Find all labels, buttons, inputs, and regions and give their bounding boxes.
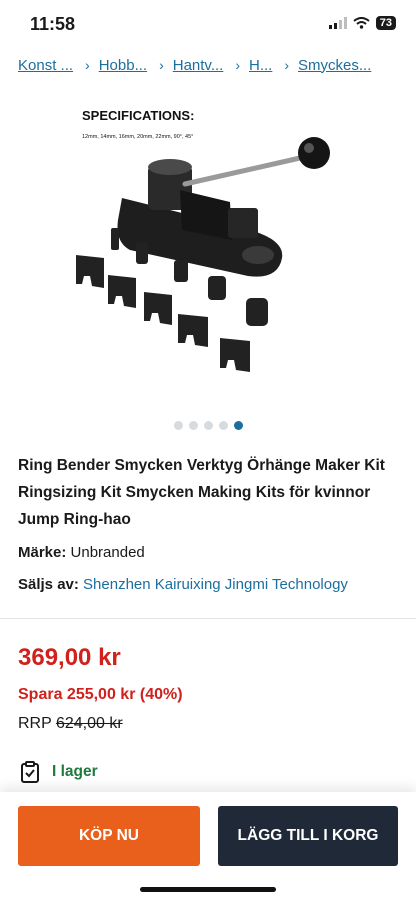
rrp-value: 624,00 kr — [55, 715, 123, 732]
product-title: Ring Bender Smycken Verktyg Örhänge Make… — [18, 457, 385, 528]
buy-now-button[interactable]: KÖP NU — [18, 806, 200, 866]
carousel-dot-active[interactable] — [233, 421, 243, 430]
carousel-dot[interactable] — [188, 421, 198, 430]
rrp-row: RRP 624,00 kr — [18, 715, 123, 733]
stock-status: I lager — [18, 760, 98, 784]
brand-label: Märke: — [18, 544, 67, 561]
chevron-right-icon: › — [235, 57, 240, 73]
breadcrumb-item[interactable]: H... — [249, 57, 272, 74]
stock-label: I lager — [52, 763, 98, 780]
breadcrumb-item[interactable]: Hobb... — [99, 57, 147, 74]
savings-text: Spara 255,00 kr (40%) — [18, 686, 183, 703]
carousel-dots — [0, 421, 416, 430]
rrp-label: RRP — [18, 715, 52, 732]
chevron-right-icon: › — [159, 57, 164, 73]
spec-title: SPECIFICATIONS: — [82, 108, 194, 123]
seller-link[interactable]: Shenzhen Kairuixing Jingmi Technology — [83, 576, 348, 593]
seller-row: Säljs av: Shenzhen Kairuixing Jingmi Tec… — [18, 576, 348, 593]
home-indicator — [140, 887, 276, 892]
spec-line: 12mm, 14mm, 16mm, 20mm, 22mm, 90°, 45° — [82, 134, 193, 140]
wifi-icon — [353, 17, 370, 29]
status-bar: 11:58 73 — [0, 0, 416, 48]
clipboard-check-icon — [21, 761, 39, 783]
chevron-right-icon: › — [85, 57, 90, 73]
brand-value: Unbranded — [70, 544, 145, 561]
carousel-dot[interactable] — [173, 421, 183, 430]
add-to-cart-button[interactable]: LÄGG TILL I KORG — [218, 806, 398, 866]
cellular-signal-icon — [328, 17, 347, 29]
divider — [0, 618, 416, 619]
breadcrumb-item[interactable]: Smyckes... — [298, 57, 371, 74]
status-time: 11:58 — [30, 14, 76, 34]
breadcrumb-item[interactable]: Konst ... — [18, 57, 73, 74]
battery-icon: 73 — [375, 16, 396, 30]
carousel-dot[interactable] — [218, 421, 228, 430]
seller-label: Säljs av: — [18, 576, 79, 593]
brand-row: Märke: Unbranded — [18, 544, 145, 561]
price: 369,00 kr — [18, 644, 121, 671]
breadcrumb-item[interactable]: Hantv... — [173, 57, 224, 74]
product-image[interactable]: SPECIFICATIONS: 12mm, 14mm, 16mm, 20mm, … — [60, 90, 360, 390]
status-icons: 73 — [328, 16, 396, 30]
chevron-right-icon: › — [284, 57, 290, 73]
carousel-dot[interactable] — [203, 421, 213, 430]
breadcrumb: Konst ... › Hobb... › Hantv... › H... › … — [0, 50, 416, 80]
cta-bar: KÖP NU LÄGG TILL I KORG — [0, 792, 416, 900]
